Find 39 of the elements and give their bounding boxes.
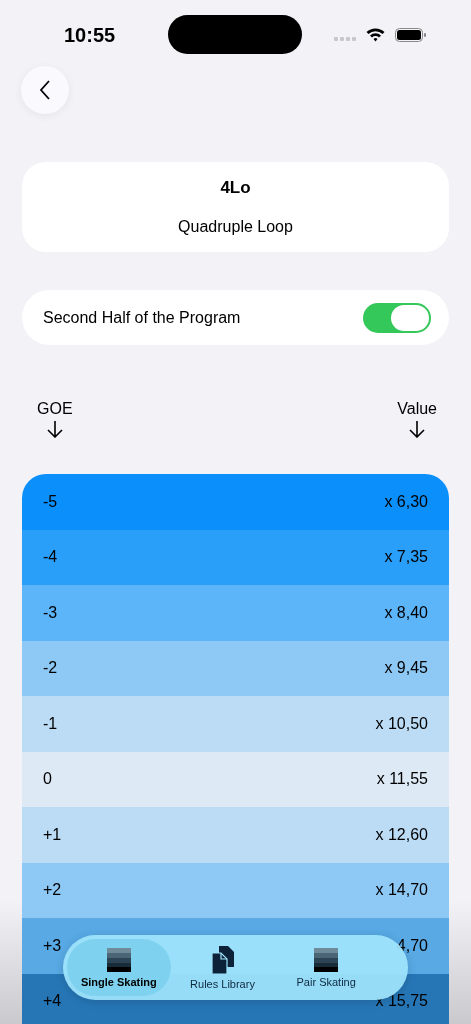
goe-value: +4: [43, 992, 62, 1011]
multiplier-value: 4,70: [396, 936, 428, 955]
goe-value: -4: [43, 548, 58, 567]
goe-value: 0: [43, 770, 52, 789]
toggle-label: Second Half of the Program: [43, 308, 241, 327]
element-name: Quadruple Loop: [178, 218, 293, 236]
column-header: GOE: [37, 400, 73, 418]
goe-value: +2: [43, 881, 62, 900]
back-button[interactable]: [21, 66, 69, 114]
signal-icon: [334, 37, 357, 41]
toggle-switch[interactable]: [363, 302, 431, 333]
battery-icon: [395, 28, 427, 42]
multiplier-value: x 9,45: [384, 659, 428, 678]
goe-value: +1: [43, 825, 62, 844]
goe-value: -3: [43, 603, 58, 622]
tab-item[interactable]: Rules Library: [170, 939, 275, 996]
goe-value: -1: [43, 714, 58, 733]
multiplier-value: x 7,35: [384, 548, 428, 567]
status-time: 10:55: [64, 24, 116, 47]
multiplier-value: x 6,30: [384, 492, 428, 511]
multiplier-value: x 14,70: [375, 881, 428, 900]
back-chevron-icon: [39, 80, 51, 100]
goe-value: -2: [43, 659, 58, 678]
multiplier-value: x 8,40: [384, 603, 428, 622]
multiplier-value: x 12,60: [375, 825, 428, 844]
down-arrow-icon: [409, 420, 426, 438]
documents-icon: [209, 945, 236, 974]
down-arrow-icon: [46, 420, 63, 438]
column-header: Value: [397, 400, 437, 418]
multiplier-value: x 11,55: [376, 770, 428, 789]
tab-item[interactable]: Single Skating: [67, 939, 171, 996]
goe-value: -5: [43, 492, 58, 511]
wifi-icon: [366, 27, 385, 42]
goe-value: +3: [43, 936, 62, 955]
stripes-icon: [314, 947, 339, 972]
element-code: 4Lo: [220, 178, 251, 198]
stripes-icon: [106, 947, 131, 972]
tab-item[interactable]: Pair Skating: [274, 939, 378, 996]
multiplier-value: x 10,50: [375, 714, 428, 733]
